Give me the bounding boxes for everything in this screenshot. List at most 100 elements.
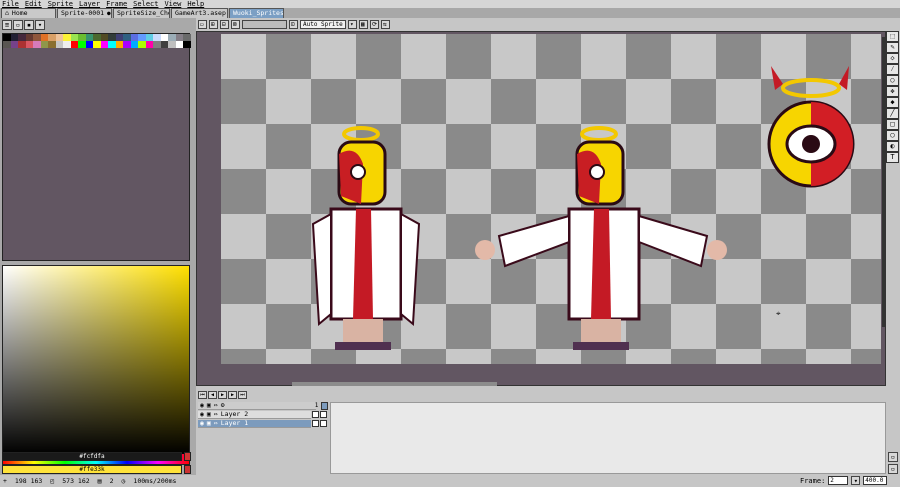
- tab-sprite-0001[interactable]: Sprite-0001 ●: [57, 8, 112, 18]
- last-frame-button[interactable]: ⏭: [238, 391, 247, 399]
- palette-swatch[interactable]: [115, 41, 123, 48]
- move-icon[interactable]: ✥: [886, 86, 899, 97]
- auto-select-button[interactable]: ⊡: [289, 20, 298, 29]
- palette-swatch[interactable]: [123, 41, 131, 48]
- palette-swatch[interactable]: [3, 34, 11, 41]
- palette-swatch[interactable]: [93, 34, 101, 41]
- tab-gameart3[interactable]: GameArt3.asep✕: [171, 8, 228, 18]
- cel-layer1-frame1[interactable]: [312, 420, 319, 427]
- frame-input[interactable]: 2: [828, 476, 849, 485]
- palette-lock-button[interactable]: ▫: [13, 20, 23, 30]
- palette-swatch[interactable]: [63, 34, 71, 41]
- settings-icon[interactable]: ⚙: [221, 402, 225, 409]
- cel-layer2-frame2[interactable]: [320, 411, 327, 418]
- palette-swatch[interactable]: [10, 34, 18, 41]
- palette-swatch[interactable]: [183, 41, 191, 48]
- eye-icon[interactable]: ◉: [200, 402, 204, 409]
- fill-icon[interactable]: ◆: [886, 97, 899, 108]
- palette-swatch[interactable]: [168, 34, 176, 41]
- text-icon[interactable]: T: [886, 152, 899, 163]
- vertical-scrollbar[interactable]: [882, 37, 885, 327]
- timeline-empty-area[interactable]: [330, 402, 886, 474]
- palette-swatch[interactable]: [25, 34, 33, 41]
- menu-select[interactable]: Select: [133, 0, 158, 8]
- timeline-layout-button[interactable]: ▫: [888, 464, 898, 474]
- eyedropper-icon[interactable]: ⁄: [886, 64, 899, 75]
- palette-swatch[interactable]: [40, 34, 48, 41]
- palette-swatch[interactable]: [18, 41, 26, 48]
- menu-frame[interactable]: Frame: [106, 0, 127, 8]
- palette-swatch[interactable]: [183, 34, 191, 41]
- layer-row-layer-2[interactable]: ◉ ▣ ⇔ Layer 2: [198, 411, 311, 419]
- palette-swatch[interactable]: [78, 41, 86, 48]
- menu-edit[interactable]: Edit: [25, 0, 42, 8]
- background-warning-icon[interactable]: [184, 465, 191, 474]
- palette-swatch[interactable]: [153, 34, 161, 41]
- palette-menu-button[interactable]: ≡: [2, 20, 12, 30]
- palette-swatch[interactable]: [93, 41, 101, 48]
- link-icon[interactable]: ⇔: [214, 411, 218, 418]
- eraser-icon[interactable]: ◇: [886, 53, 899, 64]
- zoom-icon[interactable]: ○: [886, 75, 899, 86]
- selection-add-button[interactable]: ⊞: [209, 20, 218, 29]
- palette-swatch[interactable]: [25, 41, 33, 48]
- menu-file[interactable]: File: [2, 0, 19, 8]
- link-icon[interactable]: ⇔: [214, 402, 218, 409]
- menu-help[interactable]: Help: [187, 0, 204, 8]
- lock-icon[interactable]: ▣: [207, 411, 211, 418]
- next-frame-button[interactable]: ▶: [228, 391, 237, 399]
- eye-icon[interactable]: ◉: [200, 420, 204, 427]
- palette-swatch[interactable]: [70, 41, 78, 48]
- foreground-color-bar[interactable]: #fcfdfa: [2, 452, 182, 461]
- modified-dot-icon[interactable]: ●: [107, 9, 111, 18]
- palette-swatch[interactable]: [108, 41, 116, 48]
- menu-layer[interactable]: Layer: [79, 0, 100, 8]
- cel-layer2-frame1[interactable]: [312, 411, 319, 418]
- rotate-button[interactable]: ⟳: [370, 20, 380, 29]
- layer-row-layer-1[interactable]: ◉ ▣ ⇔ Layer 1: [198, 420, 311, 428]
- palette-swatch[interactable]: [33, 41, 41, 48]
- palette-swatch[interactable]: [55, 34, 63, 41]
- pivot-button[interactable]: ▦: [359, 20, 368, 29]
- sprite-canvas[interactable]: ⌖: [221, 34, 881, 364]
- palette-swatch[interactable]: [78, 34, 86, 41]
- saturation-value-field[interactable]: [3, 266, 189, 454]
- zoom-dropdown-button[interactable]: ▾: [851, 476, 861, 485]
- marquee-icon[interactable]: ⬚: [886, 31, 899, 42]
- palette-swatch[interactable]: [138, 41, 146, 48]
- palette-swatch[interactable]: [70, 34, 78, 41]
- flip-button[interactable]: ⇆: [381, 20, 391, 29]
- palette-swatch[interactable]: [100, 41, 108, 48]
- blur-icon[interactable]: ◐: [886, 141, 899, 152]
- palette-swatch[interactable]: [3, 41, 11, 48]
- palette-swatch[interactable]: [40, 41, 48, 48]
- palette-swatch[interactable]: [130, 41, 138, 48]
- tab-wuoki-sprites[interactable]: Wuoki_Sprites✕: [229, 8, 284, 18]
- palette-swatch[interactable]: [168, 41, 176, 48]
- foreground-warning-icon[interactable]: [184, 452, 191, 461]
- eye-icon[interactable]: ◉: [200, 411, 204, 418]
- layer-select-field[interactable]: Auto Sprite: [300, 20, 346, 29]
- palette-swatch[interactable]: [175, 41, 183, 48]
- tab-spritesize[interactable]: SpriteSize_Che✕: [113, 8, 170, 18]
- link-icon[interactable]: ⇔: [214, 420, 218, 427]
- palette-swatch[interactable]: [115, 34, 123, 41]
- menu-sprite[interactable]: Sprite: [48, 0, 73, 8]
- play-button[interactable]: ▶: [218, 391, 227, 399]
- palette-swatch[interactable]: [160, 34, 168, 41]
- palette-swatch[interactable]: [55, 41, 63, 48]
- selection-replace-button[interactable]: ▭: [198, 20, 207, 29]
- first-frame-button[interactable]: ⏮: [198, 391, 207, 399]
- prev-frame-button[interactable]: ◀: [208, 391, 217, 399]
- dropdown-chevron-icon[interactable]: ▾: [348, 20, 357, 29]
- frame-header-2[interactable]: [321, 402, 328, 410]
- palette-swatch[interactable]: [138, 34, 146, 41]
- lock-icon[interactable]: ▣: [207, 402, 211, 409]
- palette-swatch[interactable]: [33, 34, 41, 41]
- lock-icon[interactable]: ▣: [207, 420, 211, 427]
- palette-swatch[interactable]: [10, 41, 18, 48]
- palette-swatch[interactable]: [130, 34, 138, 41]
- palette-swatch[interactable]: [18, 34, 26, 41]
- line-icon[interactable]: ╱: [886, 108, 899, 119]
- palette-swatch[interactable]: [48, 41, 56, 48]
